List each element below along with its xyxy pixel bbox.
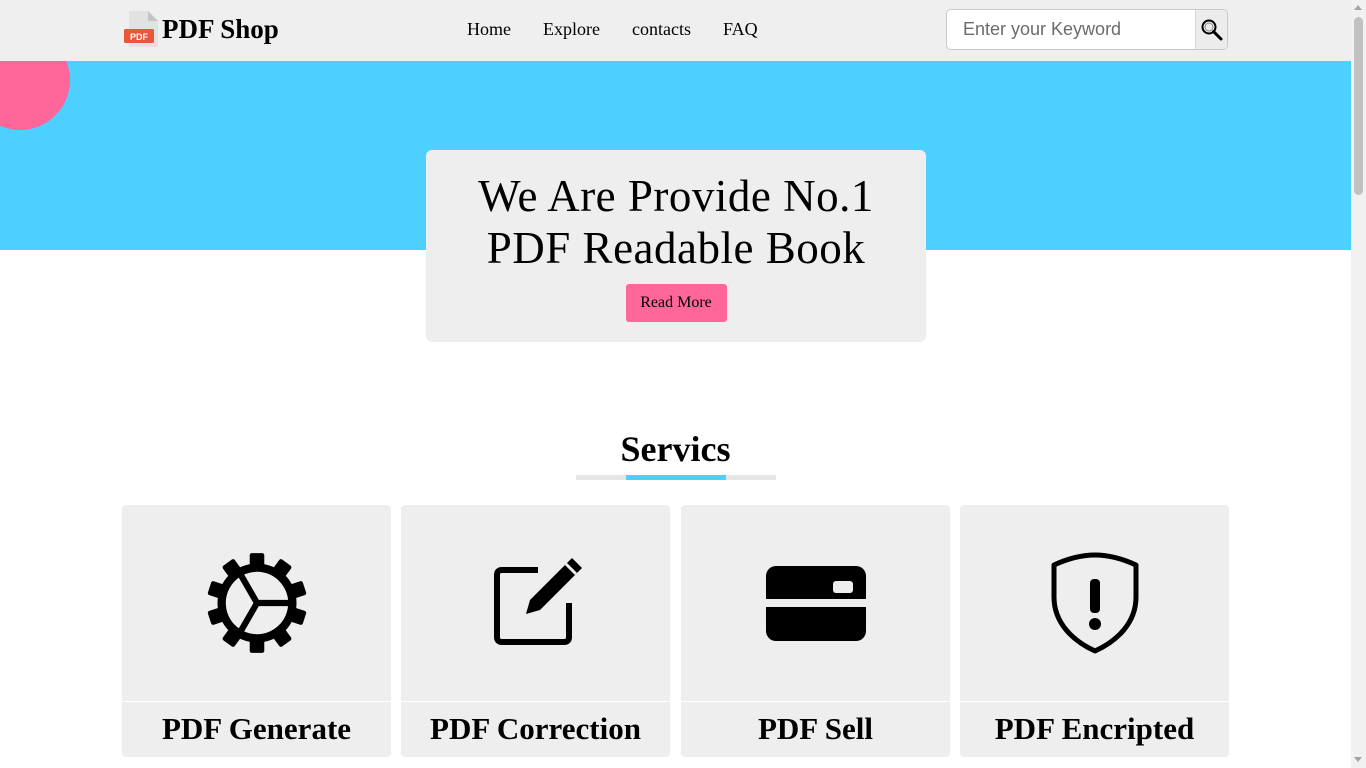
card-icon-area (681, 505, 950, 702)
brand-name: PDF Shop (162, 13, 279, 44)
service-card-generate[interactable]: PDF Generate (122, 505, 391, 757)
search-box (946, 9, 1228, 50)
nav-home[interactable]: Home (467, 19, 511, 40)
edit-icon (493, 558, 582, 645)
service-card-correction[interactable]: PDF Correction (401, 505, 670, 757)
card-icon-area (122, 505, 391, 702)
header: PDF PDF Shop Home Explore contacts FAQ (0, 0, 1351, 61)
card-icon-area (960, 505, 1229, 702)
card-title: PDF Encripted (994, 711, 1195, 746)
nav-faq[interactable]: FAQ (723, 19, 758, 40)
scroll-up-arrow[interactable] (1354, 5, 1362, 10)
decorative-circle (0, 61, 70, 130)
read-more-button[interactable]: Read More (625, 284, 727, 322)
credit-card-icon (765, 566, 866, 641)
hero-card: We Are Provide No.1 PDF Readable Book Re… (426, 150, 926, 342)
heading-underline-accent (626, 475, 726, 480)
logo-link[interactable]: PDF PDF Shop (124, 10, 279, 48)
search-button[interactable] (1195, 10, 1227, 49)
card-title: PDF Sell (757, 711, 874, 746)
vertical-scrollbar[interactable] (1351, 0, 1366, 768)
card-icon-area (401, 505, 670, 702)
shield-alert-icon (1051, 552, 1138, 654)
scroll-thumb[interactable] (1354, 17, 1363, 195)
magnifier-icon (1201, 19, 1222, 40)
scroll-down-arrow[interactable] (1354, 757, 1362, 762)
search-input[interactable] (947, 10, 1195, 49)
services-heading: Servics (620, 429, 731, 469)
gear-icon (207, 553, 306, 653)
card-title: PDF Generate (161, 711, 352, 746)
pdf-file-icon: PDF (124, 11, 158, 47)
service-card-encrypted[interactable]: PDF Encripted (960, 505, 1229, 757)
service-card-sell[interactable]: PDF Sell (681, 505, 950, 757)
logo-badge-text: PDF (130, 32, 149, 42)
nav-contacts[interactable]: contacts (632, 19, 691, 40)
card-title: PDF Correction (430, 711, 641, 746)
heading-underline (576, 475, 776, 480)
hero-title-line1: We Are Provide No.1 (478, 171, 874, 221)
nav-explore[interactable]: Explore (543, 19, 600, 40)
hero-title-line2: PDF Readable Book (486, 223, 866, 273)
page: PDF PDF Shop Home Explore contacts FAQ E… (0, 0, 1351, 768)
main-nav: Home Explore contacts FAQ (467, 19, 790, 40)
hero-title: We Are Provide No.1 PDF Readable Book (426, 170, 926, 274)
